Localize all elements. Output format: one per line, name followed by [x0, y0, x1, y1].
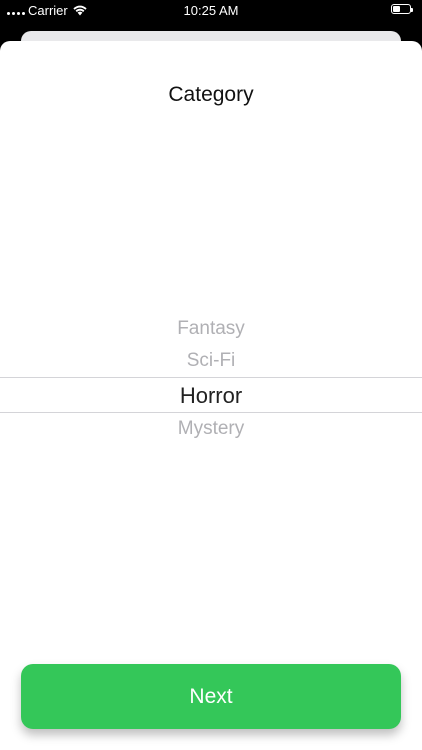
phone-screen: Carrier 10:25 AM Category Fantasy Sci-Fi… [0, 0, 422, 750]
battery-level [393, 6, 400, 12]
category-sheet: Category Fantasy Sci-Fi Horror Mystery N… [0, 41, 422, 750]
category-picker[interactable]: Fantasy Sci-Fi Horror Mystery [0, 311, 422, 451]
battery-icon [391, 4, 413, 14]
picker-selection-top-divider [0, 377, 422, 378]
picker-selection-bottom-divider [0, 412, 422, 413]
picker-option-fantasy[interactable]: Fantasy [0, 318, 422, 340]
status-bar: Carrier 10:25 AM [0, 0, 422, 22]
next-button[interactable]: Next [21, 664, 401, 729]
picker-option-horror[interactable]: Horror [0, 383, 422, 409]
sheet-title: Category [168, 83, 254, 106]
status-time: 10:25 AM [183, 3, 239, 18]
picker-option-mystery[interactable]: Mystery [0, 418, 422, 440]
picker-option-sci-fi[interactable]: Sci-Fi [0, 350, 422, 372]
